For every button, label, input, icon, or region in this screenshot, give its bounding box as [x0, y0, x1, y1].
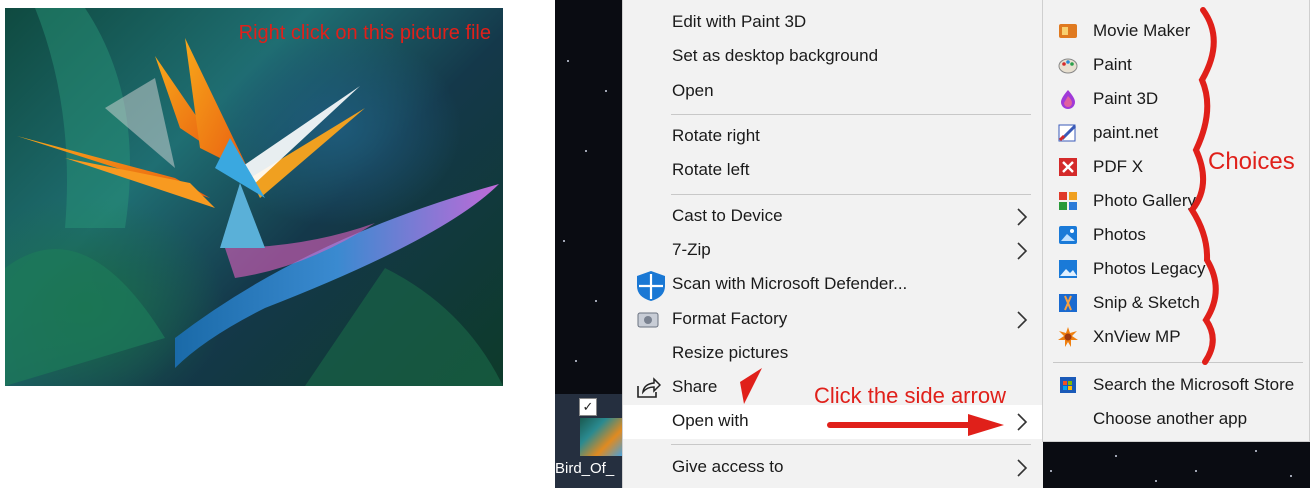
movie-maker-icon [1059, 24, 1077, 38]
snip-sketch-icon [1059, 294, 1077, 312]
desktop-file-icon[interactable]: ✓ Bird_Of_ [555, 394, 625, 488]
choose-another-app-item[interactable]: Choose another app [1043, 403, 1310, 437]
pdf-x-icon [1059, 158, 1077, 176]
app-item-paint[interactable]: Paint [1043, 49, 1310, 83]
submenu-separator [1053, 362, 1303, 363]
submenu-chevron-right-icon [1017, 208, 1028, 226]
app-item-paint-3d[interactable]: Paint 3D [1043, 83, 1310, 117]
submenu-chevron-right-icon [1017, 459, 1028, 477]
photo-gallery-icon [1059, 192, 1077, 210]
search-microsoft-store-item[interactable]: Search the Microsoft Store [1043, 369, 1310, 403]
paint-palette-icon [1058, 58, 1078, 74]
store-icon [1060, 377, 1076, 393]
menu-item-resize-pictures[interactable]: Resize pictures [623, 337, 1043, 371]
menu-item-open[interactable]: Open [623, 75, 1043, 109]
menu-item-edit-with-paint-3d[interactable]: Edit with Paint 3D [623, 6, 1043, 40]
menu-item-open-with[interactable]: Open with [623, 405, 1043, 439]
choices-annotation: Choices [1208, 148, 1295, 175]
menu-separator [671, 114, 1031, 115]
app-item-photos[interactable]: Photos [1043, 219, 1310, 253]
submenu-chevron-right-icon [1017, 242, 1028, 260]
photos-legacy-icon [1059, 260, 1077, 278]
menu-separator [671, 444, 1031, 445]
menu-item-give-access-to[interactable]: Give access to [623, 451, 1043, 485]
bird-of-paradise-image [5, 8, 503, 386]
share-icon [637, 377, 661, 398]
open-with-submenu: Movie Maker Paint Paint 3D paint.net PDF… [1042, 0, 1310, 442]
context-menu: Edit with Paint 3D Set as desktop backgr… [622, 0, 1043, 488]
menu-item-cast-to-device[interactable]: Cast to Device [623, 200, 1043, 234]
menu-item-set-as-desktop-background[interactable]: Set as desktop background [623, 40, 1043, 74]
app-item-xnview-mp[interactable]: XnView MP [1043, 321, 1310, 355]
submenu-chevron-right-icon [1017, 311, 1028, 329]
image-thumbnail [580, 418, 622, 456]
menu-item-7-zip[interactable]: 7-Zip [623, 234, 1043, 268]
menu-separator [671, 194, 1031, 195]
format-factory-icon [637, 312, 659, 328]
paint-net-icon [1058, 124, 1077, 142]
submenu-chevron-right-icon[interactable] [1013, 412, 1031, 432]
paint-3d-icon [1061, 90, 1075, 109]
menu-item-rotate-left[interactable]: Rotate left [623, 154, 1043, 188]
photos-icon [1059, 226, 1077, 244]
photo-caption-annotation: Right click on this picture file [238, 22, 491, 44]
file-name-label: Bird_Of_ [555, 460, 615, 477]
flower-photo: Right click on this picture file [5, 8, 503, 386]
app-item-photos-legacy[interactable]: Photos Legacy [1043, 253, 1310, 287]
app-item-photo-gallery[interactable]: Photo Gallery [1043, 185, 1310, 219]
menu-item-scan-with-defender[interactable]: Scan with Microsoft Defender... [623, 268, 1043, 302]
app-item-snip-sketch[interactable]: Snip & Sketch [1043, 287, 1310, 321]
menu-item-rotate-right[interactable]: Rotate right [623, 120, 1043, 154]
app-item-paint-net[interactable]: paint.net [1043, 117, 1310, 151]
selection-checkbox[interactable]: ✓ [579, 398, 597, 416]
click-side-arrow-annotation: Click the side arrow [814, 383, 1006, 408]
xnview-icon [1058, 327, 1078, 347]
menu-item-format-factory[interactable]: Format Factory [623, 303, 1043, 337]
app-item-movie-maker[interactable]: Movie Maker [1043, 15, 1310, 49]
defender-shield-icon [637, 271, 665, 301]
